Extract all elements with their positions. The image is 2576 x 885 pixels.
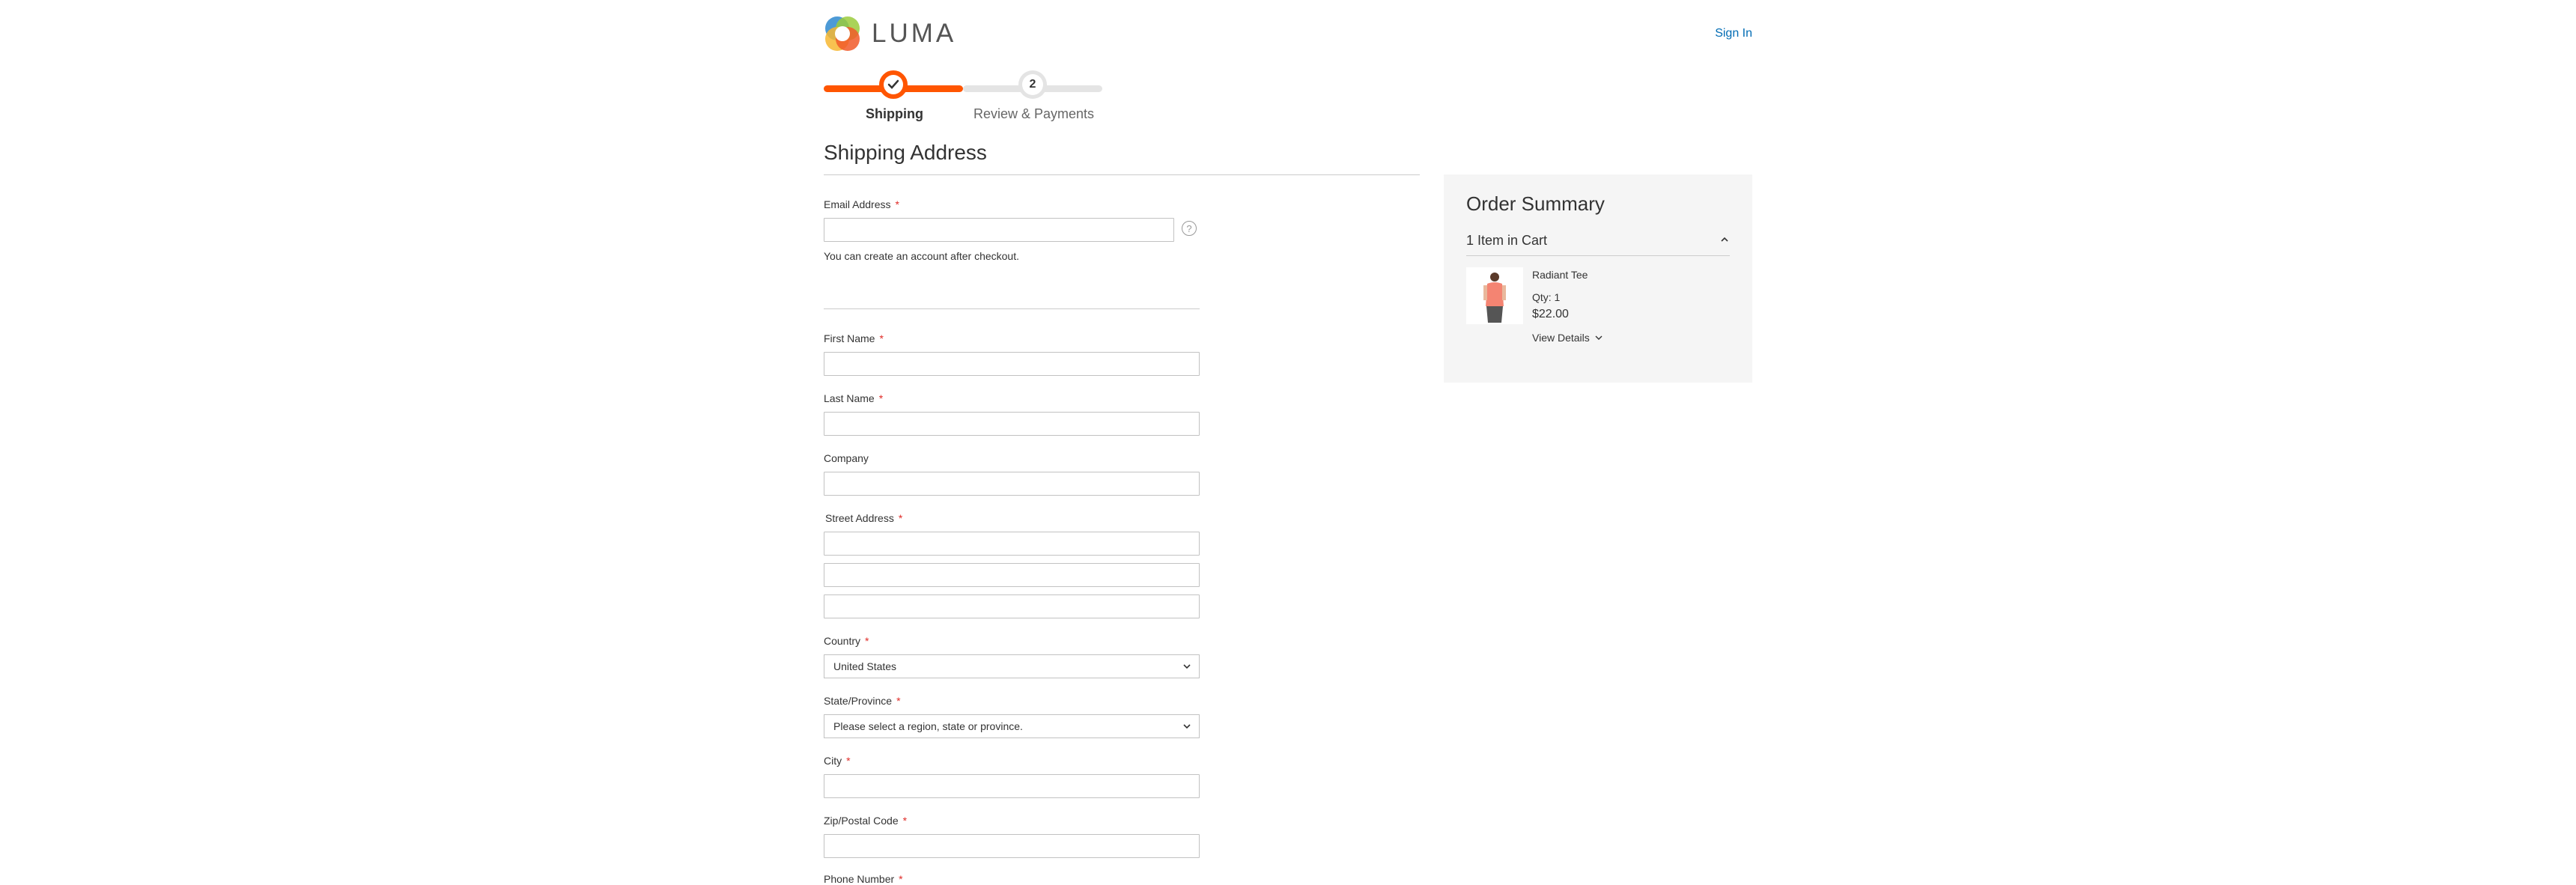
first-name-label: First Name * [824, 332, 884, 344]
help-icon[interactable]: ? [1182, 221, 1197, 236]
step-shipping-label[interactable]: Shipping [866, 106, 923, 122]
company-label: Company [824, 452, 869, 464]
email-field[interactable] [824, 218, 1174, 242]
product-price: $22.00 [1532, 308, 1569, 320]
luma-logo-icon [824, 15, 861, 52]
step-shipping-indicator[interactable] [879, 70, 908, 99]
checkout-page: LUMA Sign In 2 Shipping Review & Payment… [824, 0, 1752, 885]
phone-label: Phone Number * [824, 873, 903, 885]
country-label: Country * [824, 635, 869, 647]
order-summary: Order Summary 1 Item in Cart Radiant Tee… [1444, 174, 1752, 383]
tee-image-icon [1466, 267, 1523, 324]
last-name-label: Last Name * [824, 392, 884, 404]
checkmark-icon [887, 79, 899, 89]
last-name-field[interactable] [824, 412, 1200, 436]
step-number: 2 [1022, 74, 1043, 95]
state-value: Please select a region, state or provinc… [833, 720, 1023, 732]
state-label: State/Province * [824, 695, 901, 707]
chevron-down-icon [1183, 724, 1191, 729]
email-label: Email Address * [824, 198, 899, 210]
view-details-toggle[interactable]: View Details [1532, 332, 1603, 344]
account-note: You can create an account after checkout… [824, 250, 1019, 262]
checkout-progress: 2 Shipping Review & Payments [824, 70, 1102, 123]
chevron-down-icon [1595, 335, 1603, 340]
luma-logo[interactable]: LUMA [824, 15, 956, 52]
street-address-label: Street Address * [825, 512, 903, 524]
form-divider [824, 308, 1200, 309]
summary-divider [1466, 255, 1730, 256]
city-field[interactable] [824, 774, 1200, 798]
chevron-down-icon [1183, 664, 1191, 669]
city-label: City * [824, 755, 851, 767]
zip-label: Zip/Postal Code * [824, 815, 908, 827]
product-qty: Qty: 1 [1532, 291, 1561, 303]
chevron-up-icon[interactable] [1719, 234, 1730, 245]
shipping-address-title: Shipping Address [824, 141, 987, 164]
sign-in-link[interactable]: Sign In [1715, 27, 1752, 40]
product-name: Radiant Tee [1532, 269, 1588, 281]
street-line-1-field[interactable] [824, 532, 1200, 556]
street-line-3-field[interactable] [824, 594, 1200, 618]
items-in-cart-toggle[interactable]: 1 Item in Cart [1466, 233, 1547, 249]
zip-field[interactable] [824, 834, 1200, 858]
order-summary-title: Order Summary [1466, 192, 1605, 215]
view-details-label: View Details [1532, 332, 1590, 344]
section-divider [824, 174, 1420, 175]
product-thumbnail [1466, 267, 1523, 324]
street-line-2-field[interactable] [824, 563, 1200, 587]
step-review-indicator[interactable]: 2 [1018, 70, 1047, 99]
first-name-field[interactable] [824, 352, 1200, 376]
country-value: United States [833, 660, 897, 672]
company-field[interactable] [824, 472, 1200, 496]
logo-text: LUMA [872, 19, 957, 48]
state-select[interactable]: Please select a region, state or provinc… [824, 714, 1200, 738]
step-review-label[interactable]: Review & Payments [973, 106, 1094, 122]
country-select[interactable]: United States [824, 654, 1200, 678]
